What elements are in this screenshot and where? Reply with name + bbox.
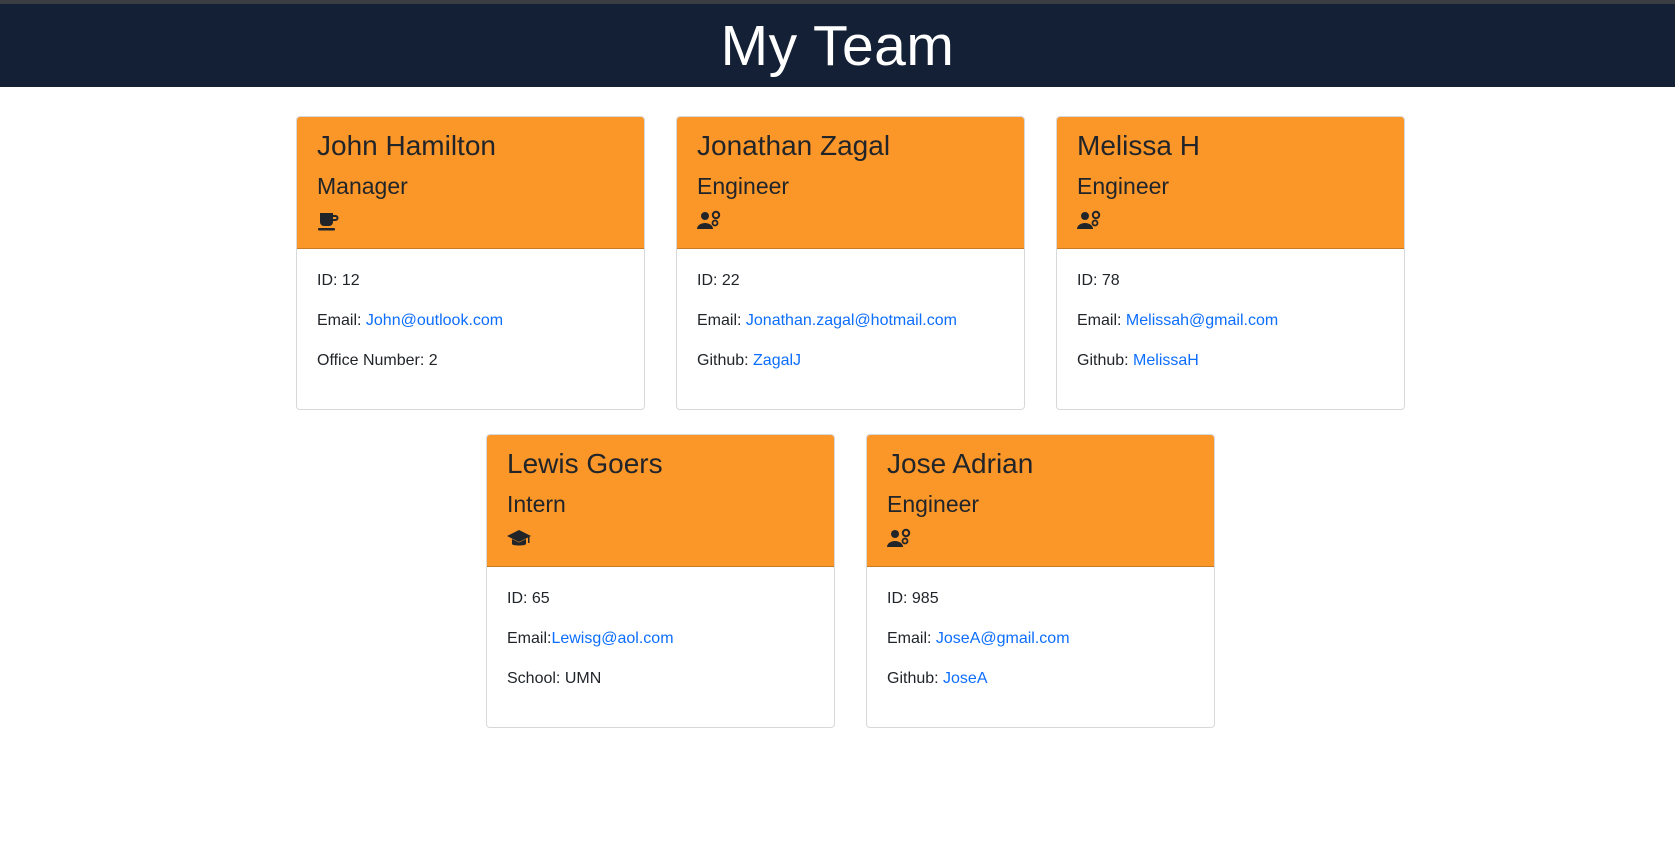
email-link[interactable]: John@outlook.com: [366, 312, 503, 329]
user-gear-icon: [1077, 210, 1101, 229]
card-header: Melissa H Engineer: [1057, 117, 1404, 249]
github-row: Github: ZagalJ: [697, 349, 1004, 389]
employee-role: Intern: [507, 491, 566, 517]
email-label: Email:: [317, 312, 366, 329]
github-label: Github:: [887, 670, 944, 687]
employee-role: Manager: [317, 173, 408, 199]
github-link[interactable]: ZagalJ: [753, 352, 801, 369]
email-link[interactable]: Melissah@gmail.com: [1126, 312, 1278, 329]
card-header: Lewis Goers Intern: [487, 435, 834, 567]
employee-card: Lewis Goers Intern ID: 65 Email:Lewisg@a…: [486, 434, 835, 728]
card-body: ID: 78 Email: Melissah@gmail.com Github:…: [1057, 249, 1404, 389]
employee-card: John Hamilton Manager ID: 12 Email: John…: [296, 116, 645, 410]
github-row: Github: MelissaH: [1077, 349, 1384, 389]
github-link[interactable]: JoseA: [943, 670, 987, 687]
employee-email-row: Email: Melissah@gmail.com: [1077, 309, 1384, 349]
graduation-cap-icon: [507, 530, 531, 546]
school: School: UMN: [507, 670, 602, 687]
card-header: John Hamilton Manager: [297, 117, 644, 249]
employee-id: ID: 985: [887, 590, 939, 607]
email-label: Email:: [887, 630, 936, 647]
employee-name: Melissa H: [1077, 130, 1200, 161]
page-title: My Team: [720, 14, 955, 78]
email-label: Email:: [697, 312, 746, 329]
employee-id: ID: 65: [507, 590, 550, 607]
github-row: Github: JoseA: [887, 667, 1194, 707]
github-link[interactable]: MelissaH: [1133, 352, 1199, 369]
employee-card: Jonathan Zagal Engineer ID: 22 Email: Jo…: [676, 116, 1025, 410]
employee-role: Engineer: [1077, 173, 1170, 199]
employee-id: ID: 22: [697, 272, 740, 289]
employee-role: Engineer: [697, 173, 790, 199]
employee-card: Jose Adrian Engineer ID: 985 Email: Jose…: [866, 434, 1215, 728]
email-link[interactable]: JoseA@gmail.com: [936, 630, 1070, 647]
user-gear-icon: [697, 210, 721, 229]
card-body: ID: 12 Email: John@outlook.com Office Nu…: [297, 249, 644, 389]
employee-name: Lewis Goers: [507, 448, 663, 479]
email-label: Email:: [1077, 312, 1126, 329]
user-gear-icon: [887, 528, 911, 547]
github-label: Github:: [697, 352, 754, 369]
email-link[interactable]: Jonathan.zagal@hotmail.com: [746, 312, 957, 329]
card-body: ID: 22 Email: Jonathan.zagal@hotmail.com…: [677, 249, 1024, 389]
employee-email-row: Email:Lewisg@aol.com: [507, 627, 814, 667]
card-header: Jose Adrian Engineer: [867, 435, 1214, 567]
employee-name: Jonathan Zagal: [697, 130, 891, 161]
employee-id: ID: 12: [317, 272, 360, 289]
employee-email-row: Email: JoseA@gmail.com: [887, 627, 1194, 667]
coffee-mug-icon: [318, 213, 339, 231]
github-label: Github:: [1077, 352, 1134, 369]
employee-card: Melissa H Engineer ID: 78 Email: Melissa…: [1056, 116, 1405, 410]
email-label: Email:: [507, 630, 552, 647]
employee-id: ID: 78: [1077, 272, 1120, 289]
employee-name: John Hamilton: [317, 130, 496, 161]
card-body: ID: 65 Email:Lewisg@aol.com School: UMN: [487, 567, 834, 707]
email-link[interactable]: Lewisg@aol.com: [551, 630, 673, 647]
employee-email-row: Email: Jonathan.zagal@hotmail.com: [697, 309, 1004, 349]
card-body: ID: 985 Email: JoseA@gmail.com Github: J…: [867, 567, 1214, 707]
employee-role: Engineer: [887, 491, 980, 517]
card-header: Jonathan Zagal Engineer: [677, 117, 1024, 249]
employee-name: Jose Adrian: [887, 448, 1034, 479]
office-number: Office Number: 2: [317, 352, 438, 369]
employee-email-row: Email: John@outlook.com: [317, 309, 624, 349]
page-header: My Team: [0, 4, 1675, 87]
team-grid: John Hamilton Manager ID: 12 Email: John…: [0, 87, 1675, 859]
